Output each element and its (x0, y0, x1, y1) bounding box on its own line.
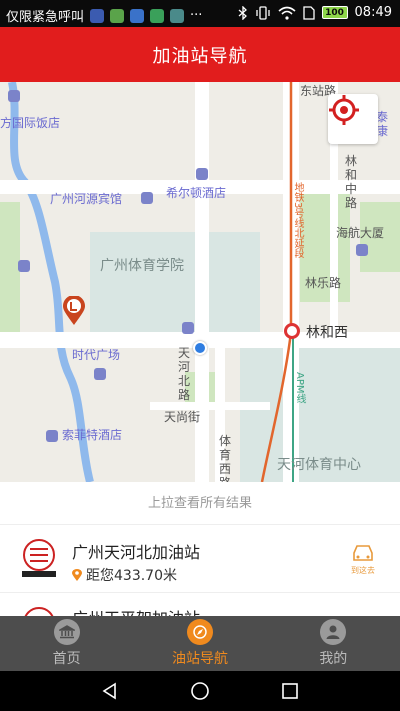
station-item[interactable]: 广州天平架加油站 (0, 593, 400, 616)
back-icon[interactable] (100, 681, 120, 701)
image-icon (170, 8, 185, 23)
app-screen: 仅限紧急呼叫 ··· 100 08:49 加油站导航 方国际饭店 广州河源宾馆 … (0, 0, 400, 711)
distance-text: 距您433.70米 (86, 568, 177, 584)
station-name: 广州天平架加油站 (72, 605, 200, 616)
wifi-icon (278, 6, 296, 20)
gas-station-pin-icon[interactable] (62, 296, 86, 326)
results-sheet[interactable]: 上拉查看所有结果 广州天河北加油站 距您433.70米 到这去 (0, 482, 400, 616)
user-icon (320, 619, 347, 645)
metro-line-label: 地铁3号线北延段 (292, 182, 303, 259)
shield-icon (90, 8, 105, 23)
station-distance: 距您433.70米 (72, 565, 177, 585)
metro-line-label: APM线 (294, 372, 305, 404)
home-icon[interactable] (190, 681, 210, 701)
metro-station-icon[interactable] (284, 323, 300, 339)
map-label: 时代广场 (72, 348, 121, 362)
hotel-icon (8, 90, 20, 102)
location-pin-icon (72, 568, 82, 581)
map-label: 广州河源宾馆 (50, 192, 123, 206)
status-bar: 仅限紧急呼叫 ··· 100 08:49 (0, 0, 400, 27)
map-label: 方国际饭店 (0, 116, 61, 130)
map-label: 海航大厦 (336, 226, 385, 240)
sim-icon (302, 5, 315, 20)
hotel-icon (141, 192, 153, 204)
map-view[interactable]: 方国际饭店 广州河源宾馆 希尔顿酒店 广州体育学院 时代广场 索菲特酒店 天 河… (0, 82, 400, 482)
app-icon (150, 8, 165, 23)
bluetooth-icon (238, 5, 247, 20)
station-name: 广州天河北加油站 (72, 543, 201, 562)
map-label: 希尔顿酒店 (166, 186, 227, 200)
bottom-tab-bar: 首页 油站导航 我的 (0, 616, 400, 671)
road-label: 天尚街 (164, 410, 201, 424)
locate-button[interactable] (328, 94, 378, 144)
recents-icon[interactable] (280, 681, 300, 701)
crosshair-icon (329, 95, 359, 125)
tab-station-navigation[interactable]: 油站导航 (133, 616, 266, 671)
system-navigation-bar (0, 671, 400, 711)
tab-label: 油站导航 (171, 651, 228, 667)
sinopec-logo-icon (24, 607, 54, 616)
tab-label: 首页 (52, 651, 81, 667)
tab-home[interactable]: 首页 (0, 616, 133, 671)
station-item[interactable]: 广州天河北加油站 距您433.70米 到这去 (0, 525, 400, 593)
tab-profile[interactable]: 我的 (267, 616, 400, 671)
map-label: 索菲特酒店 (62, 428, 123, 442)
bank-icon (53, 619, 80, 645)
building-icon (18, 260, 30, 272)
map-label: 广州体育学院 (100, 258, 184, 274)
clock: 08:49 (354, 5, 392, 20)
hotel-icon (46, 430, 58, 442)
battery-icon: 100 (321, 6, 348, 19)
building-icon (182, 322, 194, 334)
shopping-icon (94, 368, 106, 380)
compass-icon (186, 619, 213, 645)
map-label: 天河体育中心 (277, 457, 361, 473)
sinopec-logo-icon (22, 539, 56, 577)
metro-station-label: 林和西 (306, 325, 348, 341)
current-location-dot (193, 341, 207, 355)
road-label: 路 (219, 474, 231, 482)
road-label: 路 (345, 196, 358, 210)
building-icon (356, 244, 368, 256)
title-bar: 加油站导航 (0, 27, 400, 82)
notification-icon (130, 8, 145, 23)
hotel-icon (196, 168, 208, 180)
more-notifications: ··· (190, 8, 203, 23)
road-label: 路 (178, 388, 191, 402)
carrier-text: 仅限紧急呼叫 (6, 10, 85, 25)
app-icon (110, 8, 125, 23)
navigate-button[interactable]: 到这去 (348, 543, 378, 579)
pull-up-hint[interactable]: 上拉查看所有结果 (0, 482, 400, 525)
navigate-label: 到这去 (351, 566, 375, 575)
car-icon (353, 545, 373, 561)
road-label: 林乐路 (305, 276, 342, 290)
tab-label: 我的 (319, 651, 348, 667)
vibrate-icon (255, 5, 270, 20)
page-title: 加油站导航 (152, 45, 248, 67)
